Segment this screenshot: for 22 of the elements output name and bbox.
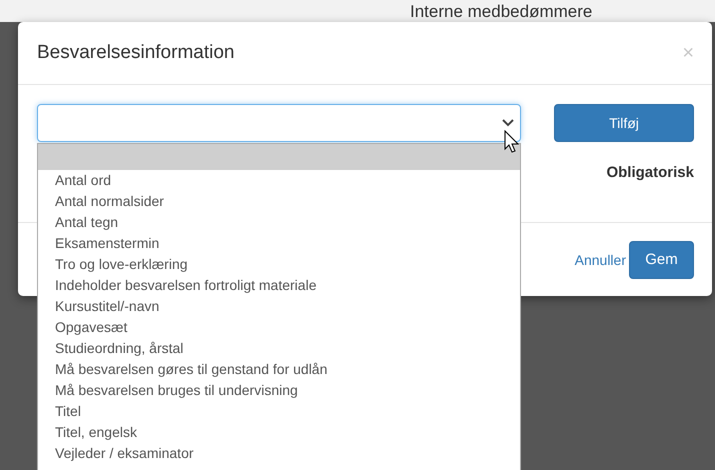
dropdown-option[interactable]: Vejleder / eksaminator xyxy=(38,443,520,464)
dropdown-option[interactable]: Titel xyxy=(38,401,520,422)
dropdown-option[interactable]: Antal normalsider xyxy=(38,191,520,212)
dropdown-option[interactable]: Eksamenstermin xyxy=(38,233,520,254)
dropdown-option[interactable]: Tro og love-erklæring xyxy=(38,254,520,275)
dropdown-option[interactable]: Antal ord xyxy=(38,170,520,191)
dropdown-option[interactable]: Må besvarelsen gøres til genstand for udlån xyxy=(38,359,520,380)
dropdown-option[interactable]: Indeholder besvarelsen fortroligt materiale xyxy=(38,275,520,296)
dropdown-option[interactable]: Kursustitel/-navn xyxy=(38,296,520,317)
select-field[interactable] xyxy=(37,104,521,142)
save-button[interactable]: Gem xyxy=(629,240,694,278)
add-button[interactable]: Tilføj xyxy=(554,104,694,142)
background-heading: Interne medbedømmere xyxy=(410,2,592,22)
cancel-link[interactable]: Annuller xyxy=(574,252,626,268)
required-label: Obligatorisk xyxy=(606,164,694,181)
chevron-icon xyxy=(502,119,514,127)
dialog-title: Besvarelsesinformation xyxy=(37,42,234,64)
dropdown-option[interactable]: Antal tegn xyxy=(38,212,520,233)
dropdown-option[interactable]: Må besvarelsen bruges til undervisning xyxy=(38,380,520,401)
dropdown-option[interactable]: Studieordning, årstal xyxy=(38,338,520,359)
dropdown-option[interactable]: Opgavesæt xyxy=(38,317,520,338)
dropdown-option[interactable]: Titel, engelsk xyxy=(38,422,520,443)
